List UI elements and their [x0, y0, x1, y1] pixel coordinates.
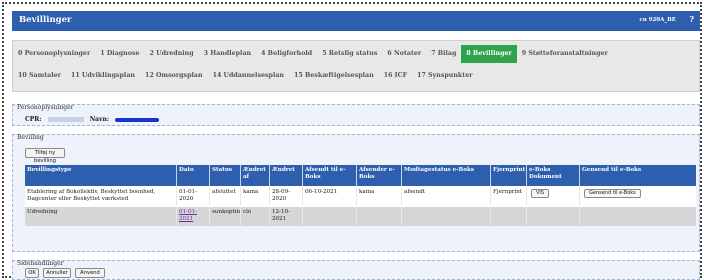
- section-legend: Sidehandlinger: [17, 260, 64, 267]
- tab-uddannelsesplan[interactable]: 14 Uddannelsesplan: [208, 67, 289, 85]
- anvend-button[interactable]: Anvend: [75, 268, 105, 278]
- table-header: Bevillingstype Dato Status Ændret af Ænd…: [25, 165, 696, 186]
- column-header[interactable]: Afsender e-Boks: [357, 165, 402, 186]
- section-legend: Bevilling: [17, 134, 44, 141]
- tab-omsorgsplan[interactable]: 12 Omsorgsplan: [140, 67, 208, 85]
- window-frame: Bevillinger cu 920A_BE ? 0 Personoplysni…: [2, 2, 702, 280]
- table-row[interactable]: Etablering af Bokollektiv, Beskyttet boe…: [25, 186, 696, 206]
- tab-row-1: 0 Personoplysninger 1 Diagnose 2 Udredni…: [13, 45, 613, 63]
- cell-aendret: 12-10-2021: [270, 207, 303, 226]
- tab-udviklingsplan[interactable]: 11 Udviklingsplan: [66, 67, 140, 85]
- cell-fjernprint: Fjernprint: [491, 187, 527, 206]
- cpr-label: CPR:: [25, 116, 42, 123]
- column-header[interactable]: Bevillingstype: [25, 165, 177, 186]
- tab-beskaeftigelsesplan[interactable]: 15 Beskæftigelsesplan: [289, 67, 379, 85]
- column-header[interactable]: Ændret af: [241, 165, 270, 186]
- tab-icf[interactable]: 16 ICF: [379, 67, 412, 85]
- cell-aendret: 28-09-2020: [270, 187, 303, 206]
- cell-fjernprint: [491, 207, 527, 226]
- cell-modtagestatus: [402, 207, 491, 226]
- form-code: cu 920A_BE: [639, 17, 676, 23]
- add-bevilling-button[interactable]: Tilføj ny bevilling: [25, 148, 65, 164]
- tab-diagnose[interactable]: 1 Diagnose: [95, 45, 144, 63]
- column-header[interactable]: Ændret: [270, 165, 303, 186]
- cell-modtagestatus: afsendt: [402, 187, 491, 206]
- cpr-value-redacted: [47, 117, 84, 122]
- section-personoplysninger: Personoplysninger CPR: Navn:: [12, 104, 700, 126]
- tab-personoplysninger[interactable]: 0 Personoplysninger: [13, 45, 95, 63]
- cell-dato-link[interactable]: 01-01-2021: [177, 207, 210, 226]
- column-header[interactable]: Gensend til e-Boks: [580, 165, 650, 186]
- cell-afsender: [357, 207, 402, 226]
- column-header[interactable]: Fjernprint: [491, 165, 527, 186]
- tab-row-2: 10 Samtaler 11 Udviklingsplan 12 Omsorgs…: [13, 67, 478, 85]
- page-title: Bevillinger: [19, 15, 72, 25]
- cell-gensend: [580, 207, 650, 226]
- section-bevilling: Bevilling Tilføj ny bevilling Bevillings…: [12, 134, 700, 252]
- column-header[interactable]: Status: [210, 165, 241, 186]
- cell-aendret-af: clo: [241, 207, 270, 226]
- title-bar: Bevillinger cu 920A_BE ?: [12, 11, 700, 31]
- cell-afsender: kama: [357, 187, 402, 206]
- cell-status: sunkopting: [210, 207, 241, 226]
- bevilling-table: Bevillingstype Dato Status Ændret af Ænd…: [25, 165, 696, 226]
- tab-bevillinger[interactable]: 8 Bevillinger: [461, 45, 517, 63]
- column-header[interactable]: Afsendt til e-Boks: [303, 165, 357, 186]
- cell-dokument: [527, 207, 580, 226]
- column-header[interactable]: Modtagestatus e-Boks: [402, 165, 491, 186]
- tab-bar: 0 Personoplysninger 1 Diagnose 2 Udredni…: [12, 40, 700, 92]
- tab-retslig-status[interactable]: 5 Retslig status: [317, 45, 382, 63]
- section-legend: Personoplysninger: [17, 104, 74, 111]
- column-header[interactable]: e-Boks Dokument: [527, 165, 580, 186]
- cell-dokument: VIS: [527, 187, 580, 206]
- help-icon[interactable]: ?: [689, 14, 694, 24]
- tab-udredning[interactable]: 2 Udredning: [145, 45, 199, 63]
- cell-dato: 01-01-2020: [177, 187, 210, 206]
- tab-notater[interactable]: 6 Notater: [382, 45, 426, 63]
- tab-samtaler[interactable]: 10 Samtaler: [13, 67, 66, 85]
- cell-afsendt: 06-10-2021: [303, 187, 357, 206]
- gensend-eboks-button[interactable]: Gensend til e-Boks: [584, 189, 641, 198]
- vis-document-button[interactable]: VIS: [531, 189, 550, 198]
- cell-bevillingstype: Udredning: [25, 207, 177, 226]
- cell-aendret-af: kama: [241, 187, 270, 206]
- tab-handleplan[interactable]: 3 Handleplan: [199, 45, 256, 63]
- annuller-button[interactable]: Annuller: [43, 268, 71, 278]
- tab-boligforhold[interactable]: 4 Boligforhold: [256, 45, 317, 63]
- ok-button[interactable]: OK: [25, 268, 39, 278]
- name-value-redacted: [115, 117, 160, 122]
- cell-bevillingstype: Etablering af Bokollektiv, Beskyttet boe…: [25, 187, 177, 206]
- tab-stoetteforanstaltninger[interactable]: 9 Støtteforanstaltninger: [517, 45, 613, 63]
- tab-synspunkter[interactable]: 17 Synspunkter: [412, 67, 477, 85]
- cell-afsendt: [303, 207, 357, 226]
- column-header[interactable]: Dato: [177, 165, 210, 186]
- table-row[interactable]: Udredning 01-01-2021 sunkopting clo 12-1…: [25, 206, 696, 226]
- tab-bilag[interactable]: 7 Bilag: [426, 45, 461, 63]
- name-label: Navn:: [89, 116, 110, 123]
- cell-status: afsluttet: [210, 187, 241, 206]
- section-sidehandlinger: Sidehandlinger OK Annuller Anvend: [12, 260, 700, 280]
- person-info: CPR: Navn:: [25, 116, 160, 123]
- cell-gensend: Gensend til e-Boks: [580, 187, 650, 206]
